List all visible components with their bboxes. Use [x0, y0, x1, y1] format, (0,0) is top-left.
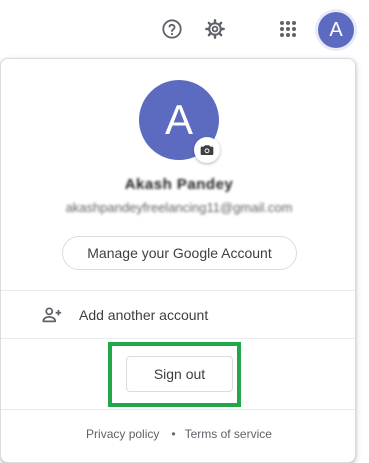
- camera-icon: [200, 145, 214, 155]
- divider: [1, 409, 355, 410]
- divider: [1, 338, 355, 339]
- terms-of-service-link[interactable]: Terms of service: [185, 427, 272, 441]
- help-icon[interactable]: [157, 14, 187, 44]
- add-account-item[interactable]: Add another account: [1, 291, 355, 338]
- account-avatar-button[interactable]: A: [318, 12, 354, 48]
- manage-account-button[interactable]: Manage your Google Account: [62, 236, 297, 270]
- change-photo-button[interactable]: [194, 137, 220, 163]
- add-account-label: Add another account: [79, 306, 209, 323]
- account-name: Akash Pandey: [124, 176, 234, 193]
- sign-out-button[interactable]: Sign out: [126, 356, 233, 392]
- account-email: akashpandeyfreelancing11@gmail.com: [65, 200, 293, 215]
- privacy-policy-link[interactable]: Privacy policy: [86, 427, 159, 441]
- footer-separator: •: [171, 427, 176, 441]
- panel-footer: Privacy policy • Terms of service: [1, 427, 355, 441]
- apps-grid-icon[interactable]: [273, 14, 303, 44]
- top-bar: A: [0, 0, 369, 58]
- account-panel: A Akash Pandey akashpandeyfreelancing11@…: [0, 58, 356, 463]
- settings-icon[interactable]: [200, 14, 230, 44]
- avatar-letter: A: [329, 18, 343, 41]
- profile-avatar-letter: A: [164, 96, 193, 143]
- add-person-icon: [41, 304, 63, 326]
